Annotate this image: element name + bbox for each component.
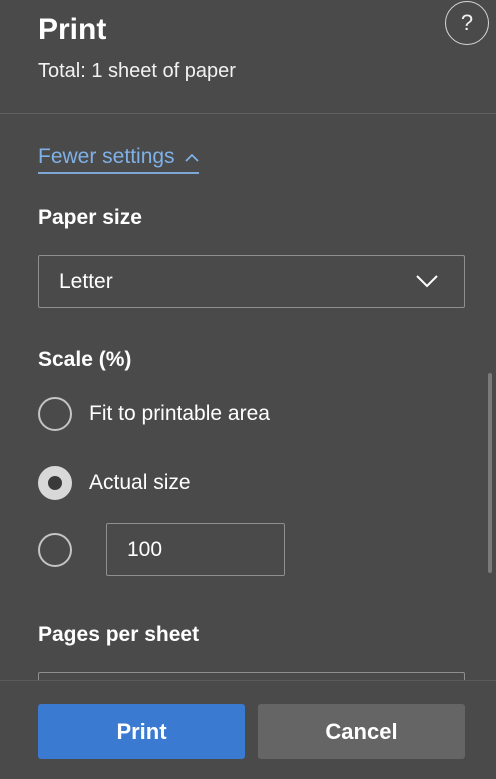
paper-size-select[interactable]: Letter <box>38 255 465 308</box>
paper-size-label: Paper size <box>38 206 142 229</box>
fit-radio-label: Fit to printable area <box>89 402 270 425</box>
scale-option-fit[interactable]: Fit to printable area <box>38 396 270 432</box>
chevron-up-icon <box>184 153 199 162</box>
help-icon: ? <box>460 10 474 35</box>
cancel-button[interactable]: Cancel <box>258 704 465 759</box>
fewer-settings-label: Fewer settings <box>38 145 175 168</box>
sheet-count-text: Total: 1 sheet of paper <box>38 60 236 82</box>
actual-size-radio-label: Actual size <box>89 471 191 494</box>
custom-scale-radio[interactable] <box>38 533 72 567</box>
actual-size-radio[interactable] <box>38 466 72 500</box>
page-title: Print <box>38 13 107 46</box>
scale-option-custom[interactable] <box>38 532 72 568</box>
chevron-down-icon <box>416 275 438 288</box>
scale-label: Scale (%) <box>38 348 132 371</box>
custom-scale-input[interactable] <box>106 523 285 576</box>
fewer-settings-link[interactable]: Fewer settings <box>38 142 199 174</box>
print-header: Print Total: 1 sheet of paper ? <box>0 0 496 114</box>
scrollbar-thumb[interactable] <box>488 373 492 573</box>
paper-size-value: Letter <box>59 269 113 293</box>
pages-per-sheet-label: Pages per sheet <box>38 623 200 646</box>
scale-option-actual[interactable]: Actual size <box>38 465 191 501</box>
help-button[interactable]: ? <box>445 1 489 45</box>
print-button[interactable]: Print <box>38 704 245 759</box>
fit-radio[interactable] <box>38 397 72 431</box>
dialog-footer: Print Cancel <box>0 680 496 779</box>
